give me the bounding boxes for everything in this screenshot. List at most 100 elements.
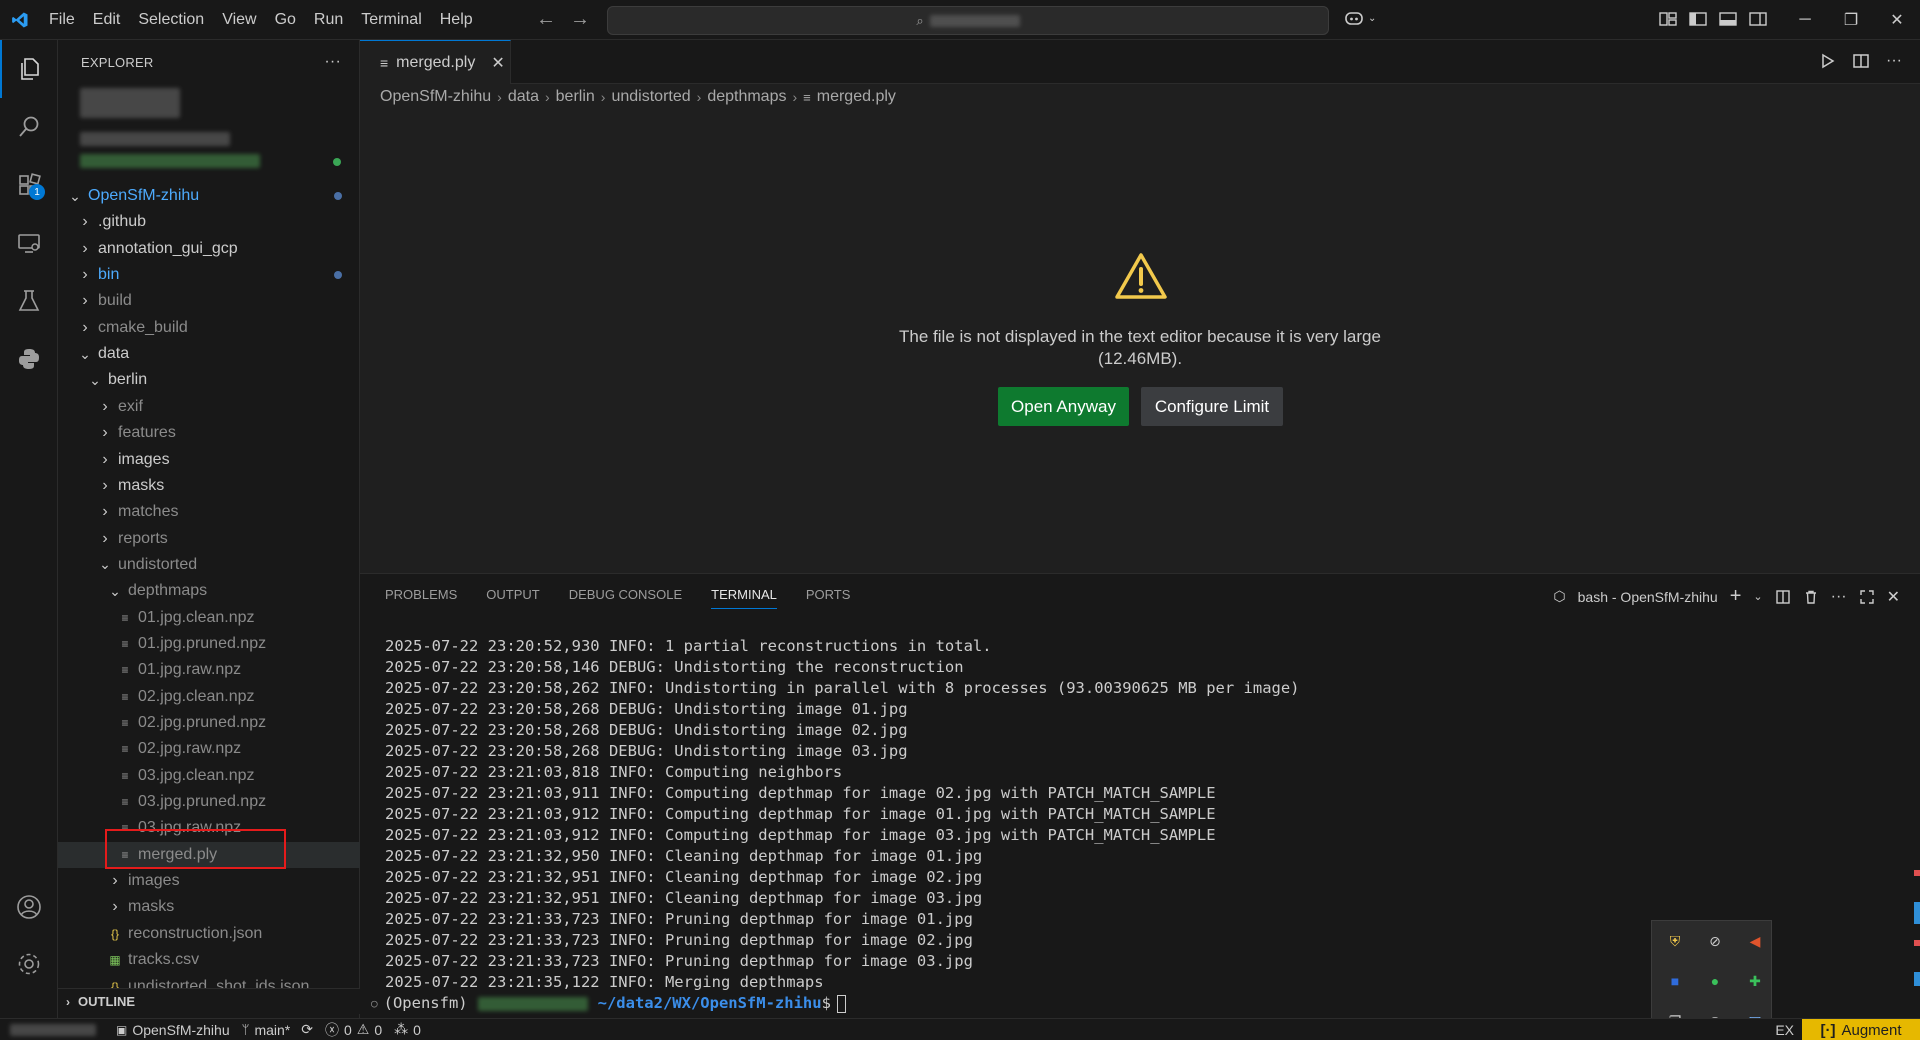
split-editor-icon[interactable] <box>1852 52 1870 70</box>
terminal-output[interactable]: 2025-07-22 23:20:52,930 INFO: 1 partial … <box>385 636 1300 993</box>
close-window-icon[interactable]: ✕ <box>1874 0 1920 40</box>
breadcrumb-item[interactable]: berlin <box>556 88 595 106</box>
augment-button[interactable]: [·] Augment <box>1802 1019 1920 1040</box>
ports-indicator[interactable]: ⁂ 0 <box>394 1021 421 1038</box>
run-icon[interactable] <box>1818 52 1836 70</box>
tree-folder[interactable]: ⌄ undistorted <box>58 552 360 578</box>
configure-limit-button[interactable]: Configure Limit <box>1141 387 1283 426</box>
menu-terminal[interactable]: Terminal <box>352 0 430 40</box>
breadcrumb-item[interactable]: merged.ply <box>817 88 896 106</box>
tree-file[interactable]: ≡ 01.jpg.clean.npz <box>58 605 360 631</box>
app-blue-icon[interactable]: ■ <box>1665 971 1685 991</box>
tab-merged-ply[interactable]: ≡ merged.ply ✕ <box>360 40 511 84</box>
more-actions-icon[interactable]: ··· <box>324 53 341 71</box>
python-icon[interactable] <box>0 330 58 388</box>
tree-file[interactable]: ≡ 03.jpg.clean.npz <box>58 763 360 789</box>
tab-debug-console[interactable]: DEBUG CONSOLE <box>569 587 682 609</box>
tree-file[interactable]: ▦ tracks.csv <box>58 947 360 973</box>
explorer-icon[interactable] <box>0 40 58 98</box>
menu-selection[interactable]: Selection <box>129 0 213 40</box>
menu-file[interactable]: File <box>40 0 84 40</box>
tree-folder[interactable]: ⌄ data <box>58 341 360 367</box>
terminal-prompt[interactable]: ○ (Opensfm) ~/data2/WX/OpenSfM-zhihu $ <box>371 993 846 1014</box>
source-control-icon[interactable]: 1 <box>0 156 58 214</box>
tree-folder[interactable]: › images <box>58 868 360 894</box>
chevron-right-icon: › <box>82 318 88 336</box>
tree-file[interactable]: ≡ 02.jpg.raw.npz <box>58 736 360 762</box>
problems-indicator[interactable]: ⓧ 0 ⚠ 0 <box>325 1020 382 1040</box>
security-icon[interactable]: ✚ <box>1745 971 1765 991</box>
tree-folder[interactable]: › features <box>58 420 360 446</box>
menu-edit[interactable]: Edit <box>84 0 130 40</box>
tree-folder[interactable]: › matches <box>58 499 360 525</box>
tree-folder[interactable]: › reports <box>58 526 360 552</box>
tab-ports[interactable]: PORTS <box>806 587 851 609</box>
more-actions-icon[interactable]: ··· <box>1831 588 1847 606</box>
copilot-button[interactable]: ⌄ <box>1344 9 1376 27</box>
tree-folder[interactable]: › images <box>58 447 360 473</box>
breadcrumb-item[interactable]: OpenSfM-zhihu <box>380 88 491 106</box>
tree-folder[interactable]: › build <box>58 288 360 314</box>
command-center-search[interactable]: ⌕ <box>607 6 1329 35</box>
tab-problems[interactable]: PROBLEMS <box>385 587 457 609</box>
search-icon[interactable] <box>0 98 58 156</box>
maximize-panel-icon[interactable] <box>1859 589 1875 605</box>
terminal-name[interactable]: bash - OpenSfM-zhihu <box>1578 589 1718 605</box>
branch-indicator[interactable]: ᛘ main* ⟳ <box>242 1021 313 1038</box>
menu-view[interactable]: View <box>213 0 265 40</box>
tree-folder[interactable]: ⌄ depthmaps <box>58 578 360 604</box>
restore-icon[interactable]: ❐ <box>1828 0 1874 40</box>
sync-icon[interactable]: ⟳ <box>301 1021 313 1038</box>
workspace-indicator[interactable]: ▣ OpenSfM-zhihu <box>116 1022 230 1038</box>
breadcrumb-item[interactable]: undistorted <box>611 88 690 106</box>
tab-output[interactable]: OUTPUT <box>486 587 539 609</box>
tree-folder[interactable]: › masks <box>58 473 360 499</box>
tree-folder[interactable]: › exif <box>58 394 360 420</box>
tree-folder[interactable]: › .github <box>58 209 360 235</box>
tree-file[interactable]: ≡ 01.jpg.raw.npz <box>58 657 360 683</box>
back-arrow-icon[interactable]: ← <box>536 8 556 31</box>
split-terminal-icon[interactable] <box>1775 589 1791 605</box>
tree-folder[interactable]: › cmake_build <box>58 315 360 341</box>
file-lines-icon: ≡ <box>380 54 389 71</box>
tab-terminal[interactable]: TERMINAL <box>711 587 777 609</box>
more-actions-icon[interactable]: ··· <box>1886 52 1902 70</box>
toggle-secondary-sidebar-icon[interactable] <box>1748 10 1768 28</box>
tree-folder[interactable]: › annotation_gui_gcp <box>58 236 360 262</box>
speaker-icon[interactable]: ◀ <box>1745 931 1765 951</box>
status-ex[interactable]: EX <box>1775 1022 1794 1038</box>
customize-layout-icon[interactable] <box>1658 10 1678 28</box>
testing-flask-icon[interactable] <box>0 272 58 330</box>
chevron-down-icon[interactable]: ⌄ <box>1753 590 1762 603</box>
toggle-panel-icon[interactable] <box>1718 10 1738 28</box>
close-tab-icon[interactable]: ✕ <box>491 53 504 73</box>
forward-arrow-icon[interactable]: → <box>570 8 590 31</box>
tree-file[interactable]: {} reconstruction.json <box>58 921 360 947</box>
breadcrumb-item[interactable]: depthmaps <box>707 88 786 106</box>
toggle-primary-sidebar-icon[interactable] <box>1688 10 1708 28</box>
tree-folder[interactable]: ⌄ berlin <box>58 367 360 393</box>
menu-help[interactable]: Help <box>431 0 482 40</box>
settings-gear-icon[interactable] <box>0 935 58 993</box>
remote-explorer-icon[interactable] <box>0 214 58 272</box>
trash-icon[interactable] <box>1803 589 1819 605</box>
shield-icon[interactable]: ⛨ <box>1665 931 1685 951</box>
close-panel-icon[interactable]: ✕ <box>1887 587 1900 607</box>
menu-run[interactable]: Run <box>305 0 352 40</box>
tree-folder[interactable]: ⌄ OpenSfM-zhihu <box>58 183 360 209</box>
tree-file[interactable]: ≡ 03.jpg.pruned.npz <box>58 789 360 815</box>
network-off-icon[interactable]: ⊘ <box>1705 931 1725 951</box>
tree-file[interactable]: ≡ 01.jpg.pruned.npz <box>58 631 360 657</box>
tree-folder[interactable]: › masks <box>58 894 360 920</box>
tree-file[interactable]: ≡ 02.jpg.pruned.npz <box>58 710 360 736</box>
account-icon[interactable] <box>0 878 58 936</box>
wechat-icon[interactable]: ● <box>1705 971 1725 991</box>
outline-section-header[interactable]: › OUTLINE <box>58 988 360 1014</box>
new-terminal-icon[interactable]: + <box>1730 585 1742 608</box>
tree-folder[interactable]: › bin <box>58 262 360 288</box>
minimize-icon[interactable]: ─ <box>1782 0 1828 40</box>
menu-go[interactable]: Go <box>266 0 305 40</box>
breadcrumb-item[interactable]: data <box>508 88 539 106</box>
tree-file[interactable]: ≡ 02.jpg.clean.npz <box>58 684 360 710</box>
open-anyway-button[interactable]: Open Anyway <box>998 387 1129 426</box>
